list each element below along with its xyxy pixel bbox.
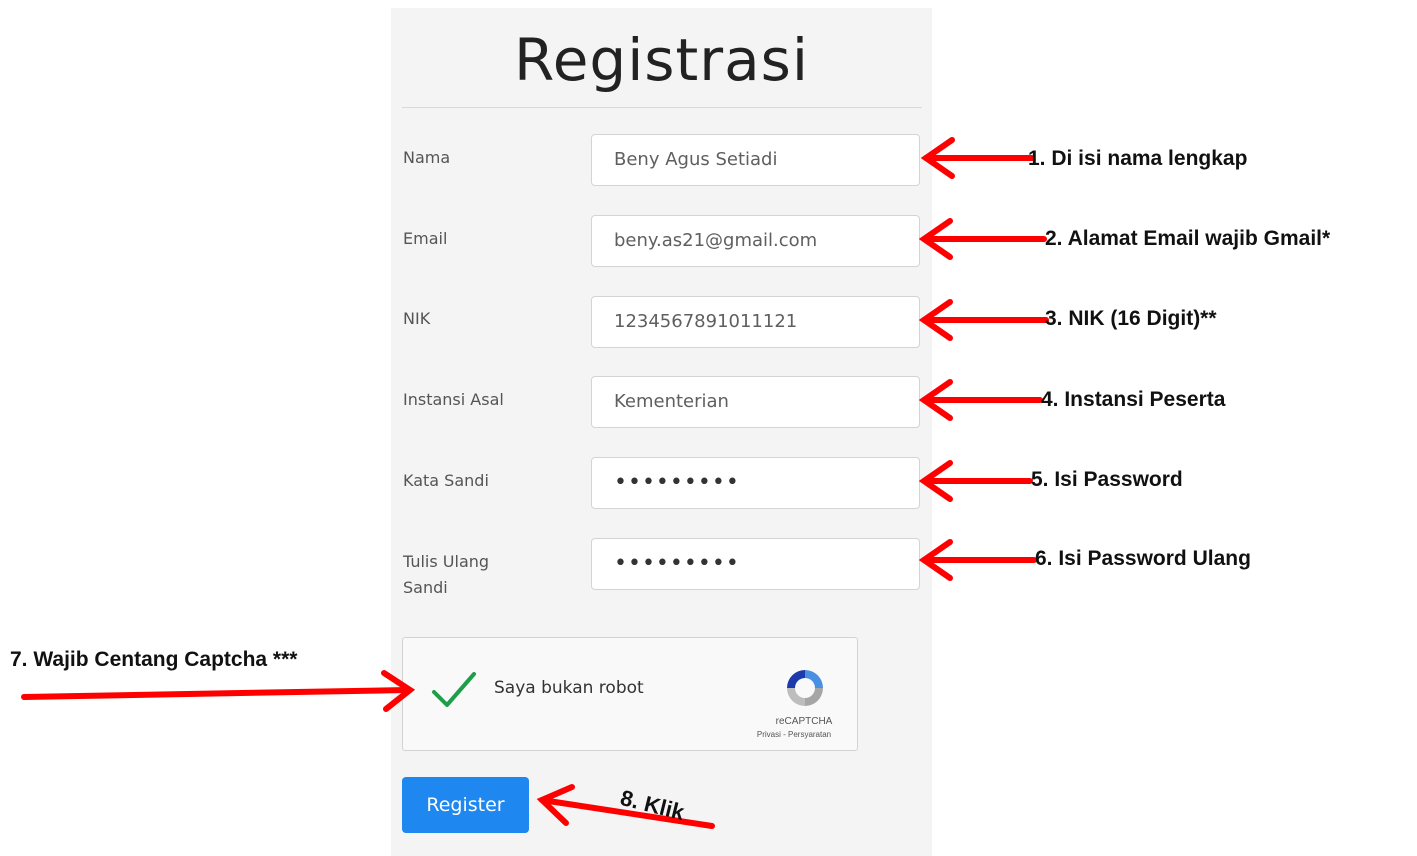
instansi-input[interactable]: Kementerian — [591, 376, 920, 428]
annotation-step6: 6. Isi Password Ulang — [1035, 547, 1251, 570]
email-input[interactable]: beny.as21@gmail.com — [591, 215, 920, 267]
nik-label: NIK — [403, 309, 431, 328]
instansi-label: Instansi Asal — [403, 390, 504, 409]
annotation-step5: 5. Isi Password — [1031, 468, 1183, 491]
title-divider — [402, 107, 922, 108]
confirm-password-label: Tulis Ulang Sandi — [403, 552, 490, 597]
email-label: Email — [403, 229, 448, 248]
annotation-step2: 2. Alamat Email wajib Gmail* — [1045, 227, 1331, 250]
annotation-step7: 7. Wajib Centang Captcha *** — [10, 648, 298, 671]
password-input[interactable]: ••••••••• — [591, 457, 920, 509]
nik-input[interactable]: 1234567891011121 — [591, 296, 920, 348]
confirm-password-input[interactable]: ••••••••• — [591, 538, 920, 590]
recaptcha-brand: reCAPTCHA — [775, 716, 833, 727]
recaptcha-logo-icon — [787, 670, 823, 706]
recaptcha-box: Saya bukan robot reCAPTCHA Privasi - Per… — [402, 637, 858, 751]
nama-input[interactable]: Beny Agus Setiadi — [591, 134, 920, 186]
page-title: Registrasi — [514, 26, 809, 94]
captcha-label: Saya bukan robot — [494, 678, 644, 698]
recaptcha-terms-link[interactable]: Privasi - Persyaratan — [729, 730, 859, 739]
registration-panel: Registrasi Nama Beny Agus Setiadi Email … — [391, 8, 932, 856]
nama-label: Nama — [403, 148, 451, 167]
arrow-7 — [21, 687, 411, 700]
password-label: Kata Sandi — [403, 471, 489, 490]
annotation-step4: 4. Instansi Peserta — [1041, 388, 1226, 411]
annotation-step3: 3. NIK (16 Digit)** — [1045, 307, 1217, 330]
register-button[interactable]: Register — [402, 777, 529, 833]
captcha-checkbox-check-icon[interactable] — [431, 670, 477, 710]
annotation-step1: 1. Di isi nama lengkap — [1028, 147, 1248, 170]
